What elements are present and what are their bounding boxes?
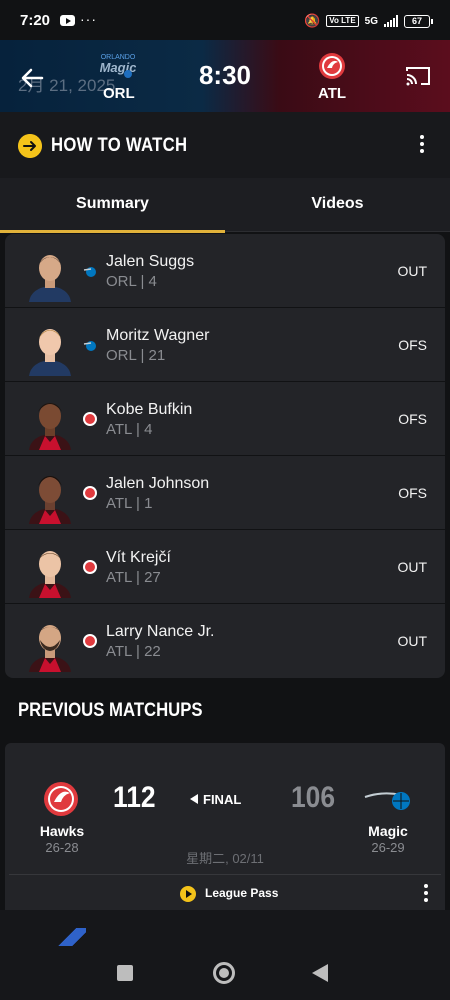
battery-level: 67 (411, 15, 422, 26)
status-right-group: 🔕 Vo LTE 5G 67 (304, 13, 433, 29)
away-team-abbr: ORL (103, 85, 135, 102)
cast-icon[interactable] (404, 64, 432, 88)
home-icon[interactable] (213, 962, 235, 984)
injury-row[interactable]: Jalen Suggs ORL | 4 OUT (5, 234, 445, 308)
player-headshot (29, 255, 71, 302)
tab-videos[interactable]: Videos (225, 178, 450, 232)
how-to-watch-bar[interactable]: HOW TO WATCH (0, 112, 450, 178)
injury-status: OFS (398, 411, 427, 427)
hawks-logo (44, 782, 78, 816)
injury-row[interactable]: Larry Nance Jr. ATL | 22 OUT (5, 604, 445, 678)
home-team-name: Hawks (39, 823, 85, 839)
player-name: Moritz Wagner (106, 327, 210, 344)
status-time: 7:20 (20, 12, 51, 29)
status-overflow: ··· (80, 11, 97, 27)
mute-icon: 🔕 (304, 13, 321, 28)
tab-bar: Summary Videos (0, 178, 450, 233)
final-label: FINAL (190, 792, 241, 807)
hawks-logo[interactable] (318, 52, 346, 80)
signal-icon (384, 15, 398, 27)
back-arrow-icon[interactable] (18, 64, 46, 92)
bottom-navigation (0, 910, 450, 1000)
injury-status: OUT (397, 559, 427, 575)
nav-highlight-icon[interactable] (58, 928, 86, 946)
player-team-number: ORL | 21 (106, 347, 166, 364)
how-to-watch-title: HOW TO WATCH (51, 135, 188, 156)
game-header: 2月 21, 2025 ORLANDO Magic ORL 8:30 ATL (0, 40, 450, 112)
player-headshot (29, 403, 71, 450)
player-team-number: ORL | 4 (106, 273, 157, 290)
injury-status: OFS (398, 485, 427, 501)
league-pass-label[interactable]: League Pass (205, 886, 278, 900)
more-vert-icon[interactable] (419, 135, 425, 153)
system-back-icon[interactable] (312, 964, 328, 982)
hawks-logo (83, 634, 97, 648)
volte-badge: Vo LTE (326, 15, 359, 27)
tab-summary[interactable]: Summary (0, 178, 225, 233)
hawks-logo (83, 486, 97, 500)
player-team-number: ATL | 4 (106, 421, 153, 438)
injury-report-list: Jalen Suggs ORL | 4 OUT Moritz Wagner OR… (5, 234, 445, 678)
league-pass-bar[interactable]: League Pass (9, 874, 441, 910)
player-headshot (29, 329, 71, 376)
injury-row[interactable]: Kobe Bufkin ATL | 4 OFS (5, 382, 445, 456)
magic-logo (83, 341, 96, 351)
previous-matchups-title: PREVIOUS MATCHUPS (18, 700, 203, 721)
player-name: Jalen Johnson (106, 475, 210, 492)
youtube-icon (60, 15, 75, 26)
injury-row[interactable]: Jalen Johnson ATL | 1 OFS (5, 456, 445, 530)
player-headshot (29, 625, 71, 672)
injury-row[interactable]: Moritz Wagner ORL | 21 OFS (5, 308, 445, 382)
player-team-number: ATL | 1 (106, 495, 153, 512)
network-type: 5G (364, 15, 378, 27)
player-name: Jalen Suggs (106, 253, 195, 270)
more-vert-icon[interactable] (423, 884, 429, 902)
magic-logo (83, 267, 96, 277)
player-name: Vít Krejčí (106, 549, 171, 566)
away-team-name: Magic (368, 823, 408, 839)
injury-status: OUT (397, 633, 427, 649)
recent-apps-icon[interactable] (117, 965, 133, 981)
hawks-logo (83, 560, 97, 574)
play-circle-icon[interactable] (180, 886, 196, 902)
player-team-number: ATL | 22 (106, 643, 161, 660)
player-team-number: ATL | 27 (106, 569, 161, 586)
magic-logo (364, 792, 410, 810)
home-team-record: 26-28 (45, 840, 79, 855)
matchup-card[interactable]: Hawks 26-28 112 FINAL 106 Magic 26-29 星期… (5, 743, 445, 910)
game-time: 8:30 (198, 60, 252, 90)
matchup-date: 星期二, 02/11 (186, 851, 264, 866)
injury-status: OUT (397, 263, 427, 279)
away-team-record: 26-29 (371, 840, 405, 855)
away-score: 106 (291, 781, 336, 814)
injury-status: OFS (398, 337, 427, 353)
battery-icon: 67 (404, 14, 433, 28)
player-name: Larry Nance Jr. (106, 623, 215, 640)
hawks-logo (83, 412, 97, 426)
arrow-right-circle-icon (18, 134, 42, 158)
home-score: 112 (113, 781, 156, 814)
injury-row[interactable]: Vít Krejčí ATL | 27 OUT (5, 530, 445, 604)
player-headshot (29, 476, 71, 524)
player-headshot (29, 551, 71, 598)
magic-logo[interactable]: ORLANDO Magic (100, 50, 136, 80)
player-name: Kobe Bufkin (106, 401, 193, 418)
home-team-abbr: ATL (318, 85, 347, 102)
status-bar: 7:20 ··· 🔕 Vo LTE 5G 67 (0, 0, 450, 40)
